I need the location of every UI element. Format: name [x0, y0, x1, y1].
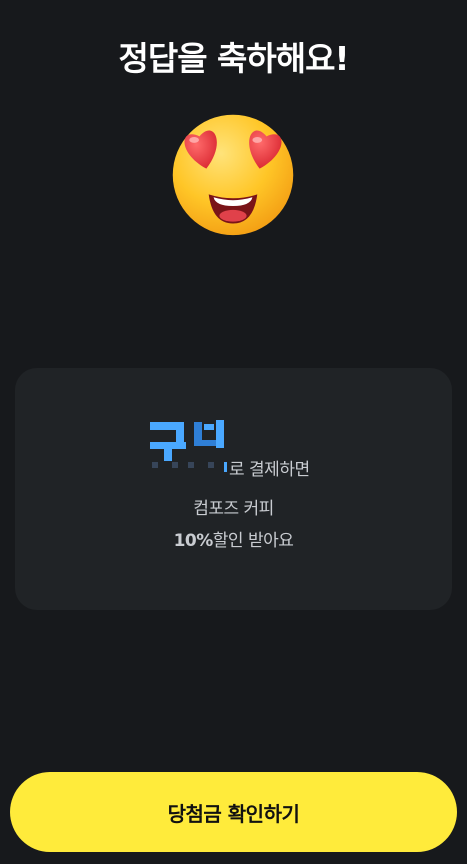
discount-line: 10%할인 받아요 [0, 526, 467, 551]
brand-logo-icon [150, 420, 227, 472]
discount-text: 할인 받아요 [212, 531, 294, 551]
check-prize-button[interactable]: 당첨금 확인하기 [10, 772, 457, 852]
page-title: 정답을 축하해요! [118, 39, 349, 78]
payment-method-text: 로 결제하면 [229, 460, 310, 480]
discount-value: 10% [173, 531, 214, 551]
heart-eyes-emoji-icon [172, 114, 294, 236]
promo-card [15, 368, 452, 610]
brand-name-text: 컴포즈 커피 [193, 499, 274, 519]
